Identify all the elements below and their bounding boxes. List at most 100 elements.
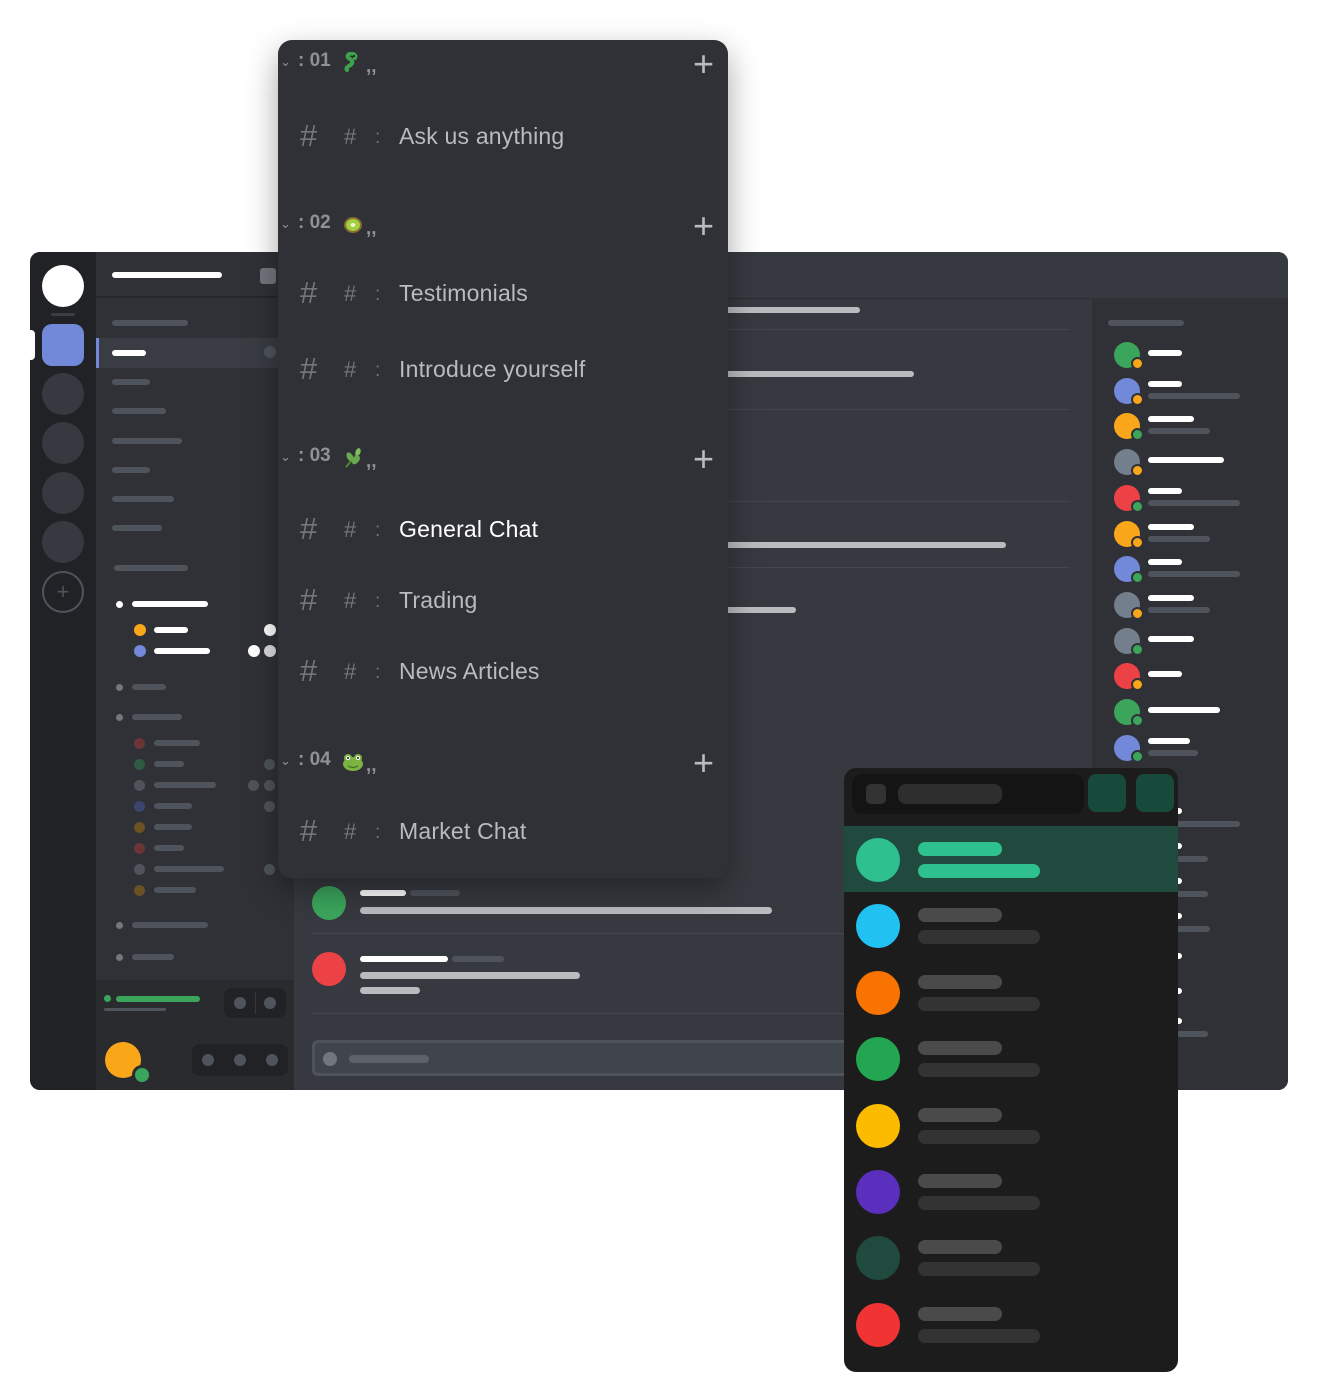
channel-item[interactable]: # # : Testimonials [278,269,728,317]
voice-user-placeholder [154,782,216,788]
chevron-down-icon[interactable]: ⌄ [280,449,291,465]
server-menu-icon[interactable] [260,268,276,284]
add-channel-icon[interactable]: + [693,439,714,479]
color-option[interactable] [844,1224,1178,1290]
server-icon[interactable] [42,373,84,415]
color-option[interactable] [844,1291,1178,1357]
chevron-down-icon[interactable]: ⌄ [280,216,291,232]
member-status-icon [1131,392,1144,406]
color-detail-placeholder [918,1262,1040,1277]
server-icon[interactable] [42,422,84,464]
server-name-placeholder [112,272,222,278]
hashtag-icon: # [300,653,318,688]
color-detail-placeholder [918,1129,1040,1144]
channel-separator: : [375,520,381,541]
deafen-icon[interactable] [234,1054,246,1066]
color-label-placeholder [918,974,1002,989]
voice-status-dot [248,645,260,657]
channel-item[interactable]: # # : Market Chat [278,807,728,855]
voice-connected-panel [96,980,294,1026]
add-channel-icon[interactable]: + [693,743,714,783]
member-activity [1148,392,1240,399]
server-icon[interactable] [42,521,84,563]
settings-icon[interactable] [266,1054,278,1066]
category-number: : 02 [298,212,331,233]
server-icon-selected[interactable] [42,324,84,366]
color-detail-placeholder [918,1196,1040,1210]
voice-channel-placeholder [132,601,208,607]
channel-item[interactable]: # # : Introduce yourself [278,345,728,393]
category-header[interactable]: ⌄ : 04 ,, + [278,743,728,783]
picker-search-icon [866,784,886,804]
voice-user-placeholder [154,740,200,746]
category-header[interactable]: ⌄ : 02 ,, + [278,206,728,246]
chevron-down-icon[interactable]: ⌄ [280,753,291,769]
color-option[interactable] [844,1092,1178,1158]
voice-status-dot [264,780,275,791]
member-name [1148,707,1220,713]
kiwi-emoji-icon [344,217,362,233]
channel-name: Ask us anything [399,123,565,149]
attach-icon[interactable] [323,1052,337,1066]
home-server-icon[interactable] [42,265,84,307]
color-detail-placeholder [918,1063,1040,1078]
color-option[interactable] [844,1025,1178,1091]
voice-status-dot [264,624,276,636]
color-option[interactable] [844,892,1178,958]
picker-action-button[interactable] [1136,774,1174,812]
connection-detail-bar [104,1008,166,1011]
voice-user-avatar [134,801,145,812]
color-label-placeholder [918,1240,1002,1255]
message-avatar[interactable] [312,952,346,986]
category-number: : 01 [298,50,331,71]
picker-action-button[interactable] [1088,774,1126,812]
channel-placeholder [112,496,174,502]
member-name [1148,559,1182,566]
category-header[interactable]: ⌄ : 01 ,, + [278,44,728,84]
channel-item[interactable]: # # : Trading [278,576,728,624]
voice-channel-placeholder [132,922,208,928]
member-activity [1148,535,1210,542]
server-sidebar: + [30,252,96,1090]
channel-placeholder [112,525,162,531]
channel-item[interactable]: # # : News Articles [278,647,728,695]
color-label-placeholder [918,908,1002,923]
voice-channel-placeholder [132,954,174,960]
channel-separator: : [375,284,381,305]
message-divider [714,567,1070,568]
color-detail-placeholder [918,864,1040,878]
picker-search-placeholder [898,784,1002,804]
add-server-icon[interactable]: + [42,571,84,613]
channel-placeholder [112,350,146,356]
server-icon[interactable] [42,472,84,514]
voice-channel-dot [116,684,123,691]
member-name [1148,671,1182,678]
color-option[interactable] [844,959,1178,1025]
hashtag-icon: # [300,813,318,848]
online-status-icon [132,1065,152,1085]
mute-icon[interactable] [202,1054,214,1066]
add-channel-icon[interactable]: + [693,44,714,84]
color-option[interactable] [844,1158,1178,1224]
category-header[interactable]: ⌄ : 03 ,, + [278,439,728,479]
color-label-placeholder [918,1041,1002,1056]
voice-control-icon[interactable] [234,997,246,1009]
channel-name: News Articles [399,658,540,684]
channel-item[interactable]: # # : Ask us anything [278,112,728,160]
chevron-down-icon[interactable]: ⌄ [280,54,291,70]
voice-control-icon[interactable] [264,997,276,1009]
color-option[interactable] [844,826,1178,892]
picker-search-bar[interactable] [852,774,1084,814]
add-channel-icon[interactable]: + [693,206,714,246]
server-divider [51,313,75,316]
member-name [1148,594,1194,601]
message-line [714,542,1006,548]
member-name [1148,737,1190,744]
channel-hashtag: # [344,659,357,684]
channel-item-active[interactable]: # # : General Chat [278,505,728,553]
color-label-placeholder [918,1306,1002,1321]
message-avatar[interactable] [312,886,346,920]
member-status-icon [1131,499,1144,513]
voice-user-avatar [134,759,145,770]
channel-placeholder [112,379,150,385]
